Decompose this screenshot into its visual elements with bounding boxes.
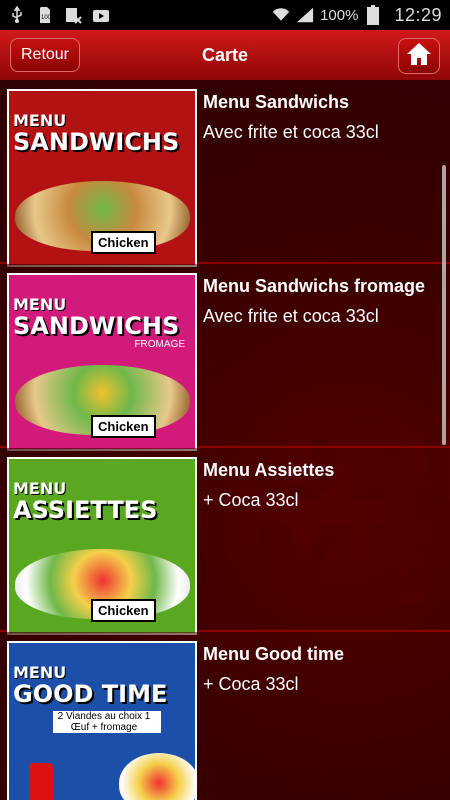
thumb-line1: MENU [13,295,67,314]
item-subtitle: + Coca 33cl [203,490,299,510]
chicken-tag: Chicken [91,415,156,438]
thumb-line1: MENU [13,111,67,130]
list-item[interactable]: MENU SANDWICHS Chicken Menu Sandwichs Av… [0,80,450,267]
battery-percent: 100% [320,6,359,24]
status-bar: 100 100% 12:29 [0,0,450,30]
list-item[interactable]: MENU GOOD TIME 2 Viandes au choix 1 Œuf … [0,632,450,800]
svg-text:100: 100 [41,15,52,21]
item-thumbnail: MENU SANDWICHS FROMAGE Chicken [7,273,197,451]
plate-image [119,753,195,800]
item-title: Menu Sandwichs [203,92,350,112]
item-subtitle: Avec frite et coca 33cl [203,306,379,326]
coca-can-icon [29,763,53,800]
item-subtitle: + Coca 33cl [203,674,299,694]
page-title: Carte [201,44,249,65]
thumb-line2: SANDWICHS [13,312,180,340]
signal-icon [296,6,314,24]
menu-list[interactable]: ODEME MENU SANDWICHS Chicken Menu Sandwi… [0,80,450,800]
wifi-icon [272,6,290,24]
no-sim-icon [64,6,82,24]
item-thumbnail: MENU SANDWICHS Chicken [7,89,197,267]
scrollbar[interactable] [442,165,446,445]
thumb-line3: FROMAGE [134,339,185,350]
thumb-line2: GOOD TIME [13,680,168,708]
media-icon [92,6,110,24]
home-icon [405,41,433,72]
home-button[interactable] [398,38,440,74]
list-item[interactable]: MENU ASSIETTES Chicken Menu Assiettes + … [0,448,450,635]
thumb-line1: MENU [13,479,67,498]
item-title: Menu Sandwichs fromage [203,276,426,296]
list-item[interactable]: MENU SANDWICHS FROMAGE Chicken Menu Sand… [0,264,450,451]
thumb-line3: 2 Viandes au choix 1 Œuf + fromage [53,711,161,733]
back-button[interactable]: Retour [10,38,80,72]
item-thumbnail: MENU ASSIETTES Chicken [7,457,197,635]
app-header: Retour Carte [0,30,450,80]
chicken-tag: Chicken [91,231,156,254]
item-title: Menu Good time [203,644,344,664]
chicken-tag: Chicken [91,599,156,622]
usb-icon [8,6,26,24]
sd-card-icon: 100 [36,6,54,24]
battery-icon [364,5,382,25]
thumb-line2: ASSIETTES [13,496,158,524]
clock: 12:29 [394,4,442,25]
item-subtitle: Avec frite et coca 33cl [203,122,379,142]
item-thumbnail: MENU GOOD TIME 2 Viandes au choix 1 Œuf … [7,641,197,800]
item-title: Menu Assiettes [203,460,335,480]
thumb-line2: SANDWICHS [13,128,180,156]
thumb-line1: MENU [13,663,67,682]
